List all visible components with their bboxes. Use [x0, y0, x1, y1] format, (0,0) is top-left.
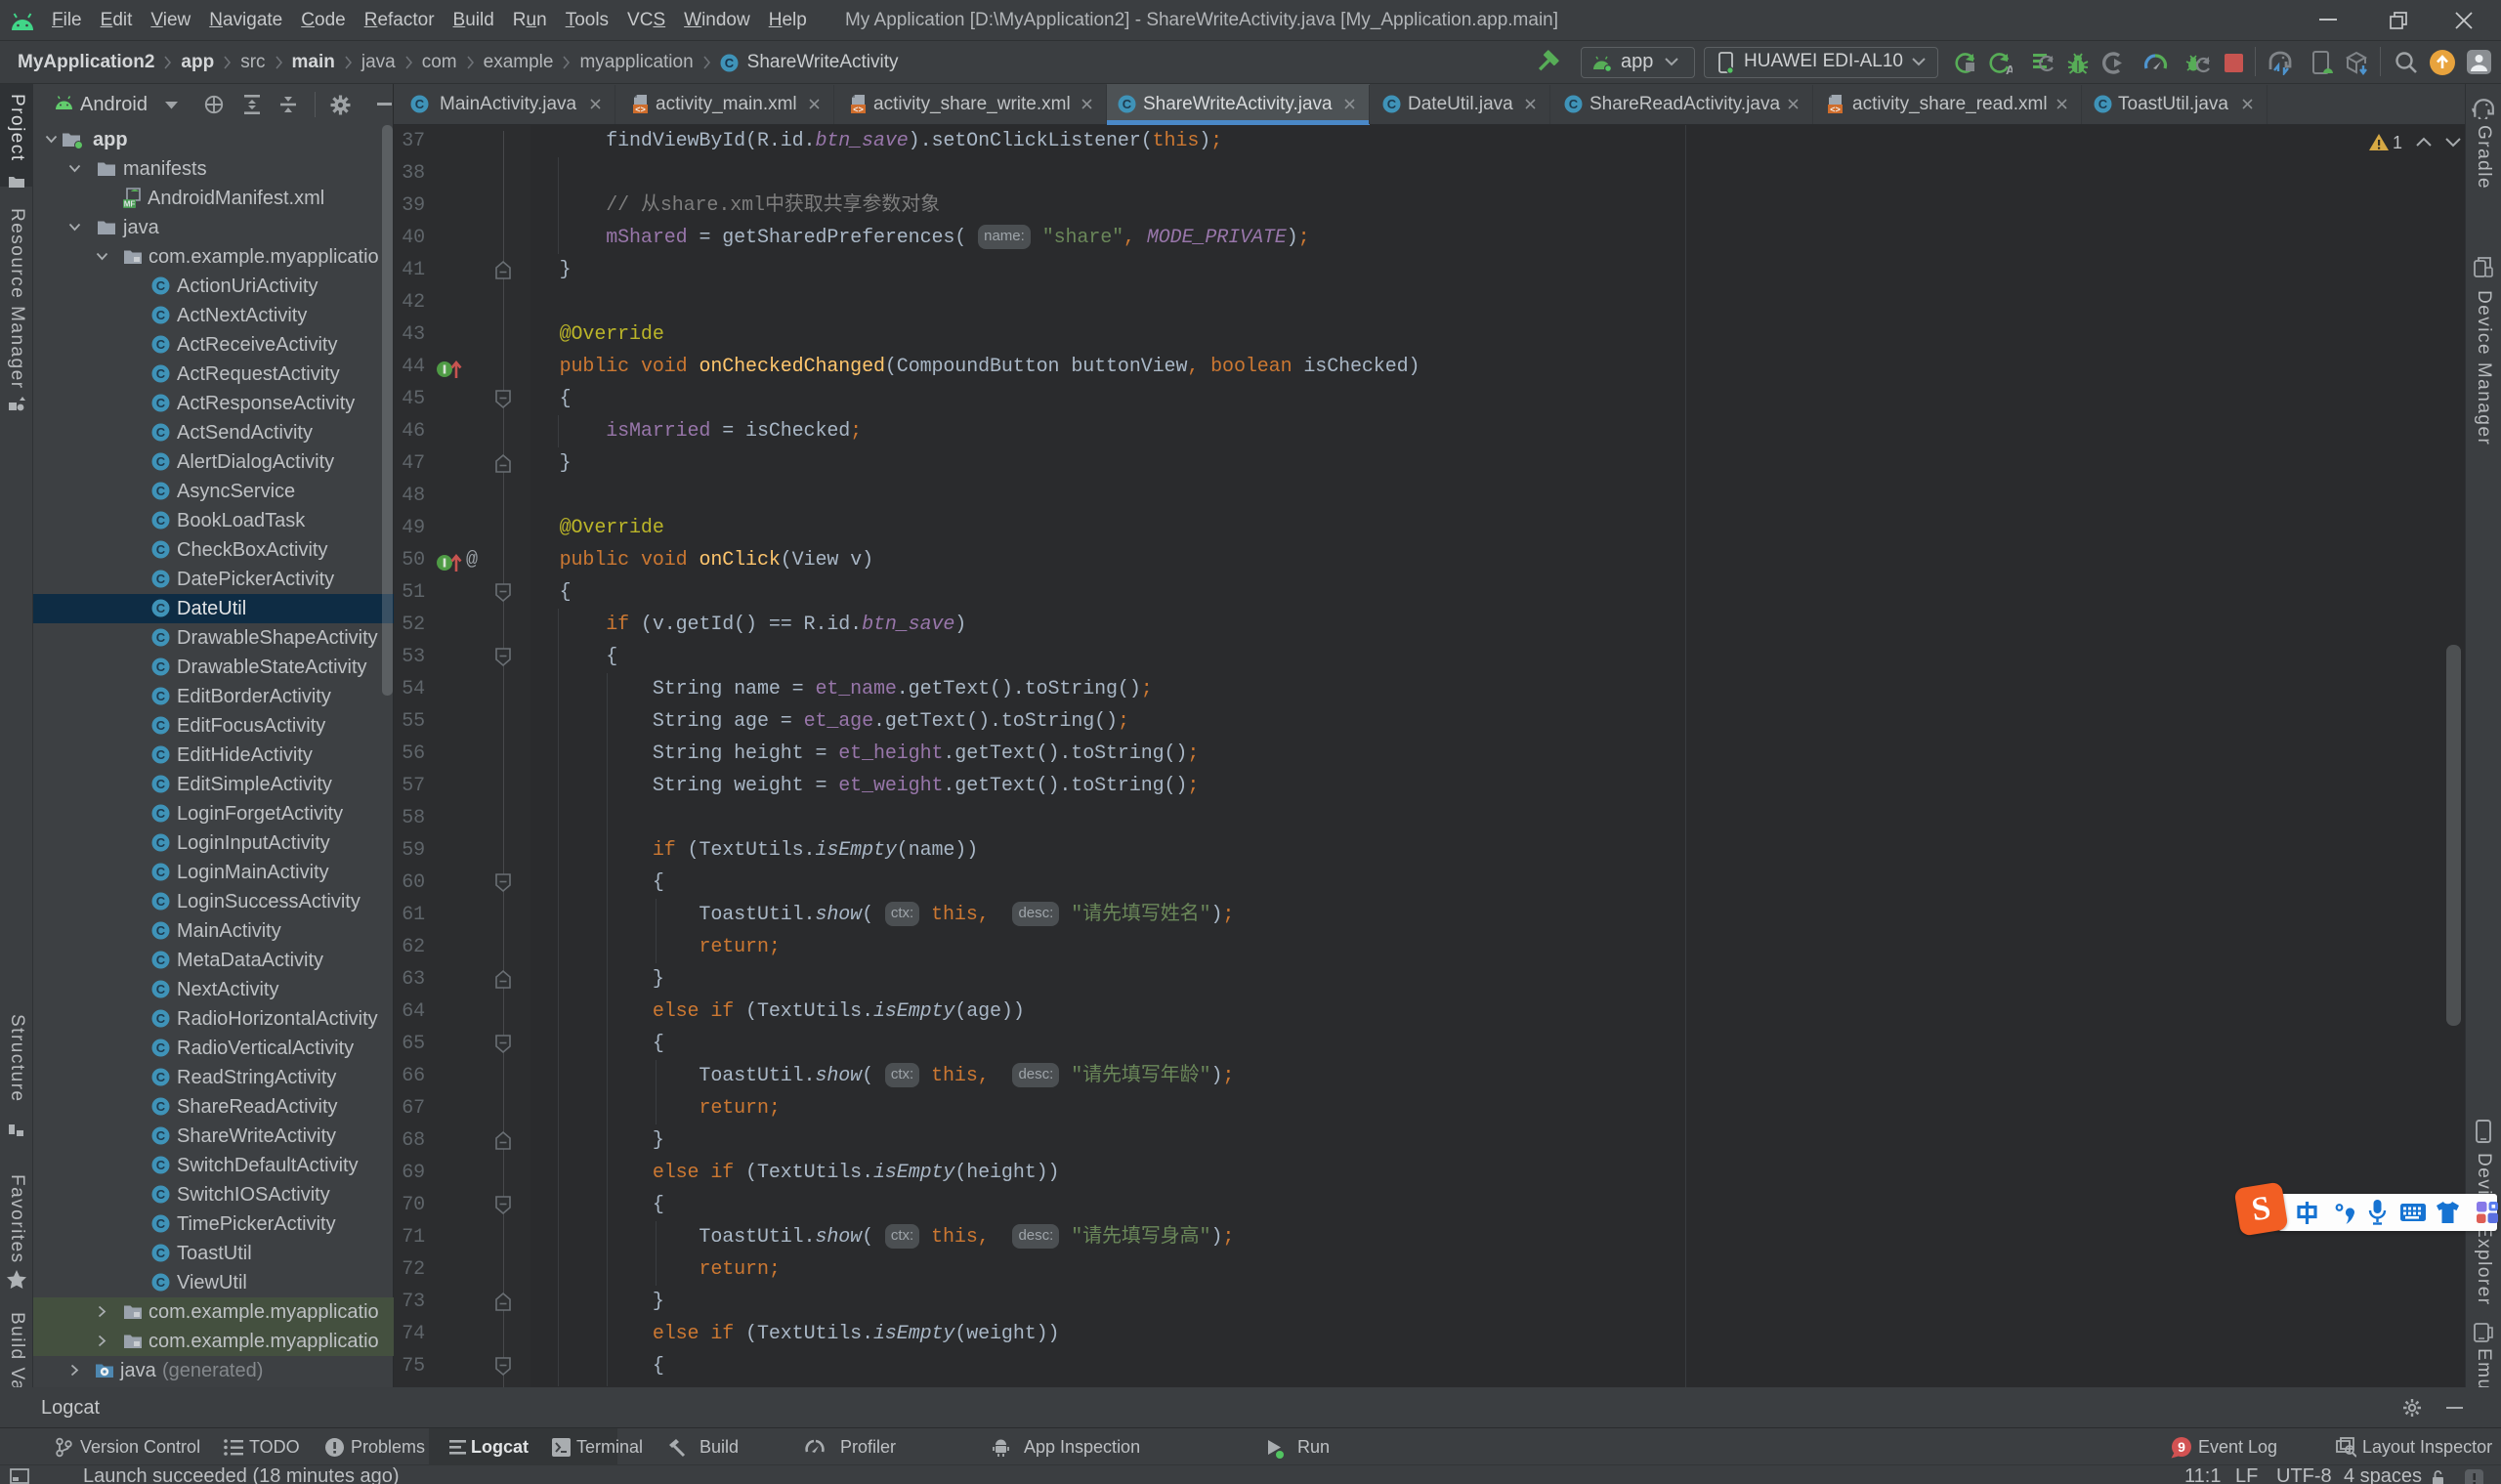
svg-text:C: C: [156, 982, 166, 996]
svg-text:C: C: [156, 1070, 166, 1084]
svg-text:9: 9: [2178, 1439, 2185, 1455]
svg-text:C: C: [156, 1040, 166, 1055]
svg-text:<>: <>: [853, 106, 864, 114]
svg-text:C: C: [156, 1099, 166, 1114]
svg-text:C: C: [156, 659, 166, 674]
svg-text:C: C: [156, 542, 166, 557]
svg-text:C: C: [415, 97, 425, 111]
svg-text:C: C: [156, 689, 166, 703]
svg-text:C: C: [1123, 97, 1132, 111]
svg-text:C: C: [156, 366, 166, 381]
svg-text:C: C: [1387, 97, 1397, 111]
svg-text:C: C: [156, 484, 166, 498]
svg-text:C: C: [1569, 97, 1579, 111]
svg-text:C: C: [156, 630, 166, 645]
svg-text:<>: <>: [635, 106, 646, 114]
svg-text:C: C: [156, 278, 166, 293]
svg-text:MF: MF: [124, 200, 136, 209]
svg-text:C: C: [156, 454, 166, 469]
svg-text:C: C: [2098, 97, 2108, 111]
svg-text:C: C: [156, 747, 166, 762]
svg-text:C: C: [156, 572, 166, 586]
svg-text:C: C: [156, 953, 166, 967]
svg-text:C: C: [156, 1187, 166, 1202]
svg-text:C: C: [156, 1246, 166, 1260]
svg-text:C: C: [156, 396, 166, 410]
svg-text:C: C: [156, 835, 166, 850]
svg-text:C: C: [156, 894, 166, 909]
svg-text:C: C: [156, 865, 166, 879]
svg-text:C: C: [156, 337, 166, 352]
svg-text:C: C: [156, 308, 166, 322]
svg-text:C: C: [156, 513, 166, 528]
svg-text:C: C: [156, 1158, 166, 1172]
svg-text:C: C: [156, 806, 166, 821]
svg-text:<>: <>: [1830, 106, 1841, 114]
svg-text:C: C: [156, 923, 166, 938]
svg-text:C: C: [724, 56, 734, 70]
svg-text:C: C: [156, 777, 166, 791]
svg-text:C: C: [156, 718, 166, 733]
svg-text:C: C: [156, 1275, 166, 1290]
svg-text:C: C: [156, 601, 166, 615]
svg-text:C: C: [156, 425, 166, 440]
svg-text:A: A: [2006, 63, 2013, 75]
svg-text:C: C: [156, 1216, 166, 1231]
svg-text:C: C: [156, 1128, 166, 1143]
svg-text:C: C: [156, 1011, 166, 1026]
